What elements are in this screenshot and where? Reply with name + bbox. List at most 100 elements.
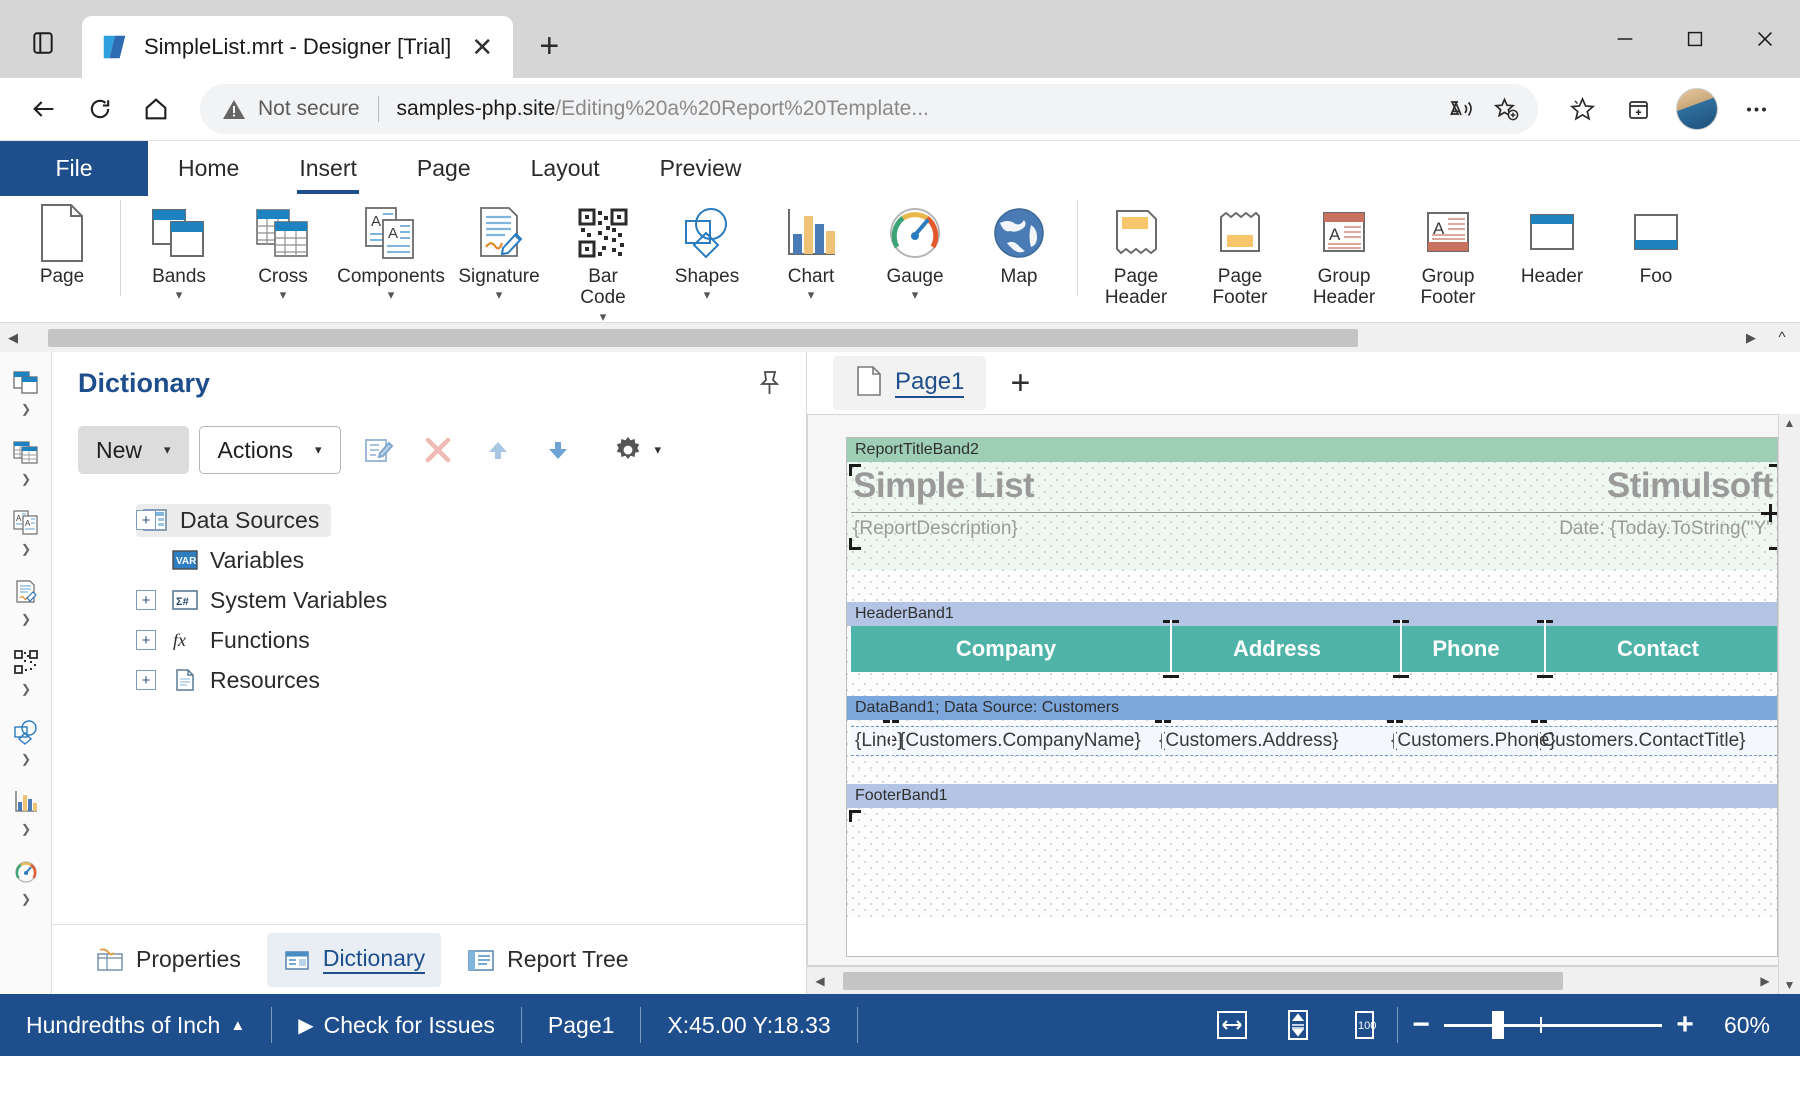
scroll-right-icon[interactable]: ▶: [1752, 974, 1778, 988]
add-favorite-icon[interactable]: [1484, 87, 1528, 131]
ribbon-tab-insert[interactable]: Insert: [269, 141, 387, 196]
ribbon-button-bands[interactable]: Bands ▾: [127, 196, 231, 301]
rail-item-signature[interactable]: ❯: [0, 570, 52, 640]
zoom-in-button[interactable]: +: [1662, 1005, 1708, 1045]
rail-item-barcode[interactable]: ❯: [0, 640, 52, 710]
report-date-text[interactable]: Date: {Today.ToString("Y": [1559, 518, 1773, 540]
tree-item-resources[interactable]: + Resources: [52, 660, 806, 700]
canvas-viewport[interactable]: ReportTitleBand2 Simple List Stimulsoft …: [807, 414, 1778, 966]
rail-item-cross[interactable]: ❯: [0, 430, 52, 500]
status-page[interactable]: Page1: [522, 1005, 641, 1045]
band-header-headerband[interactable]: HeaderBand1: [847, 602, 1777, 626]
selection-handle[interactable]: [849, 464, 861, 476]
ribbon-button-shapes[interactable]: Shapes ▾: [655, 196, 759, 301]
rail-item-chart[interactable]: ❯: [0, 780, 52, 850]
report-title-right-text[interactable]: Stimulsoft: [1607, 466, 1774, 506]
chevron-down-icon[interactable]: ▾: [164, 442, 171, 458]
new-button[interactable]: New ▾: [78, 426, 189, 474]
new-tab-icon[interactable]: +: [525, 22, 573, 70]
ribbon-button-gauge[interactable]: Gauge ▾: [863, 196, 967, 301]
column-splitter[interactable]: [1163, 620, 1179, 678]
zoom-percentage[interactable]: 60%: [1708, 1012, 1800, 1039]
ribbon-scroll-track[interactable]: [26, 323, 1738, 352]
ribbon-button-header[interactable]: Header: [1500, 196, 1604, 287]
band-body-report-title[interactable]: Simple List Stimulsoft {ReportDescriptio…: [847, 462, 1777, 570]
chevron-down-icon[interactable]: ▾: [808, 288, 815, 301]
selection-handle[interactable]: [849, 810, 861, 822]
window-close-icon[interactable]: [1730, 0, 1800, 78]
header-cell-company[interactable]: Company: [851, 636, 1161, 662]
band-body-headerband[interactable]: Company Address Phone Contact: [847, 620, 1777, 678]
zoom-out-button[interactable]: −: [1398, 1005, 1444, 1045]
zoom-slider[interactable]: [1443, 1005, 1662, 1045]
ribbon-button-signature[interactable]: Signature ▾: [447, 196, 551, 301]
column-splitter[interactable]: [1393, 620, 1409, 678]
chevron-down-icon[interactable]: ▾: [176, 288, 183, 301]
data-cell-company[interactable]: {Customers.CompanyName}: [899, 730, 1159, 752]
band-header[interactable]: HeaderBand1 Company Address Phone Contac…: [847, 602, 1777, 696]
address-bar[interactable]: Not secure samples-php.site/Editing%20a%…: [200, 84, 1538, 134]
pin-icon[interactable]: [754, 368, 784, 398]
resize-plus-handle[interactable]: [1761, 504, 1777, 522]
band-header-databand[interactable]: DataBand1; Data Source: Customers: [847, 696, 1777, 720]
data-cell-contact[interactable]: {Customers.ContactTitle}: [1535, 730, 1746, 752]
status-units[interactable]: Hundredths of Inch ▲: [0, 1005, 271, 1045]
refresh-icon[interactable]: [74, 83, 126, 135]
report-title-text[interactable]: Simple List: [853, 466, 1035, 506]
ribbon-tab-page[interactable]: Page: [387, 141, 501, 196]
arrow-down-icon[interactable]: [535, 427, 581, 473]
ribbon-button-page-header[interactable]: Page Header: [1084, 196, 1188, 309]
back-arrow-icon[interactable]: [18, 83, 70, 135]
data-cell-phone[interactable]: {Customers.Phone}: [1391, 730, 1556, 752]
chevron-down-icon[interactable]: ▾: [496, 288, 503, 301]
tab-strip-icon[interactable]: [12, 12, 74, 74]
scroll-left-icon[interactable]: ◀: [807, 974, 833, 988]
ribbon-button-page-footer[interactable]: Page Footer: [1188, 196, 1292, 309]
profile-avatar[interactable]: [1676, 88, 1718, 130]
band-header-footerband[interactable]: FooterBand1: [847, 784, 1777, 808]
ribbon-button-map[interactable]: Map: [967, 196, 1071, 287]
favorites-star-icon[interactable]: [1556, 83, 1608, 135]
zoom-100-icon[interactable]: 100: [1337, 1005, 1391, 1045]
report-description-text[interactable]: {ReportDescription}: [853, 518, 1018, 540]
tree-item-system-variables[interactable]: + Σ# System Variables: [52, 580, 806, 620]
band-report-title[interactable]: ReportTitleBand2 Simple List Stimulsoft …: [847, 438, 1777, 602]
rail-item-components[interactable]: AA ❯: [0, 500, 52, 570]
data-cell-address[interactable]: {Customers.Address}: [1159, 730, 1391, 752]
caret-up-icon[interactable]: ▲: [230, 1017, 245, 1034]
more-options-icon[interactable]: [1730, 83, 1782, 135]
band-body-databand[interactable]: {Line} {Customers.CompanyName} {Customer…: [847, 720, 1777, 778]
scroll-left-icon[interactable]: ◀: [0, 324, 26, 352]
close-icon[interactable]: ✕: [465, 30, 499, 64]
read-aloud-icon[interactable]: [1440, 87, 1484, 131]
chevron-right-icon[interactable]: ❯: [21, 542, 31, 556]
tree-item-functions[interactable]: + fx Functions: [52, 620, 806, 660]
zoom-slider-knob[interactable]: [1491, 1011, 1504, 1039]
play-triangle-icon[interactable]: ▶: [298, 1013, 313, 1038]
ribbon-button-barcode[interactable]: Bar Code ▾: [551, 196, 655, 322]
chevron-down-icon[interactable]: ▾: [600, 310, 607, 322]
header-cell-phone[interactable]: Phone: [1393, 636, 1539, 662]
tab-report-tree[interactable]: Report Tree: [451, 933, 644, 987]
edit-icon[interactable]: [355, 427, 401, 473]
chevron-down-icon[interactable]: ▾: [388, 288, 395, 301]
tree-item-variables[interactable]: VAR Variables: [52, 540, 806, 580]
tab-dictionary[interactable]: Dictionary: [266, 932, 442, 987]
tree-item-data-sources[interactable]: + Data Sources: [52, 500, 806, 540]
actions-button[interactable]: Actions ▾: [198, 426, 341, 474]
ribbon-button-chart[interactable]: Chart ▾: [759, 196, 863, 301]
chevron-down-icon[interactable]: ▾: [315, 442, 322, 458]
browser-tab[interactable]: SimpleList.mrt - Designer [Trial] ✕: [82, 16, 514, 78]
chevron-down-icon[interactable]: ▾: [280, 288, 287, 301]
ribbon-scroll-thumb[interactable]: [48, 328, 1358, 347]
expander-icon[interactable]: +: [136, 670, 156, 690]
band-body-footerband[interactable]: [847, 808, 1777, 918]
header-table-row[interactable]: Company Address Phone Contact: [851, 620, 1777, 678]
delete-x-icon[interactable]: [415, 427, 461, 473]
collections-icon[interactable]: [1612, 83, 1664, 135]
scroll-up-icon[interactable]: ▲: [1784, 416, 1796, 430]
canvas-hscroll-track[interactable]: [833, 967, 1752, 995]
ribbon-button-group-header[interactable]: A Group Header: [1292, 196, 1396, 309]
report-page[interactable]: ReportTitleBand2 Simple List Stimulsoft …: [846, 437, 1778, 957]
header-cell-address[interactable]: Address: [1161, 636, 1393, 662]
